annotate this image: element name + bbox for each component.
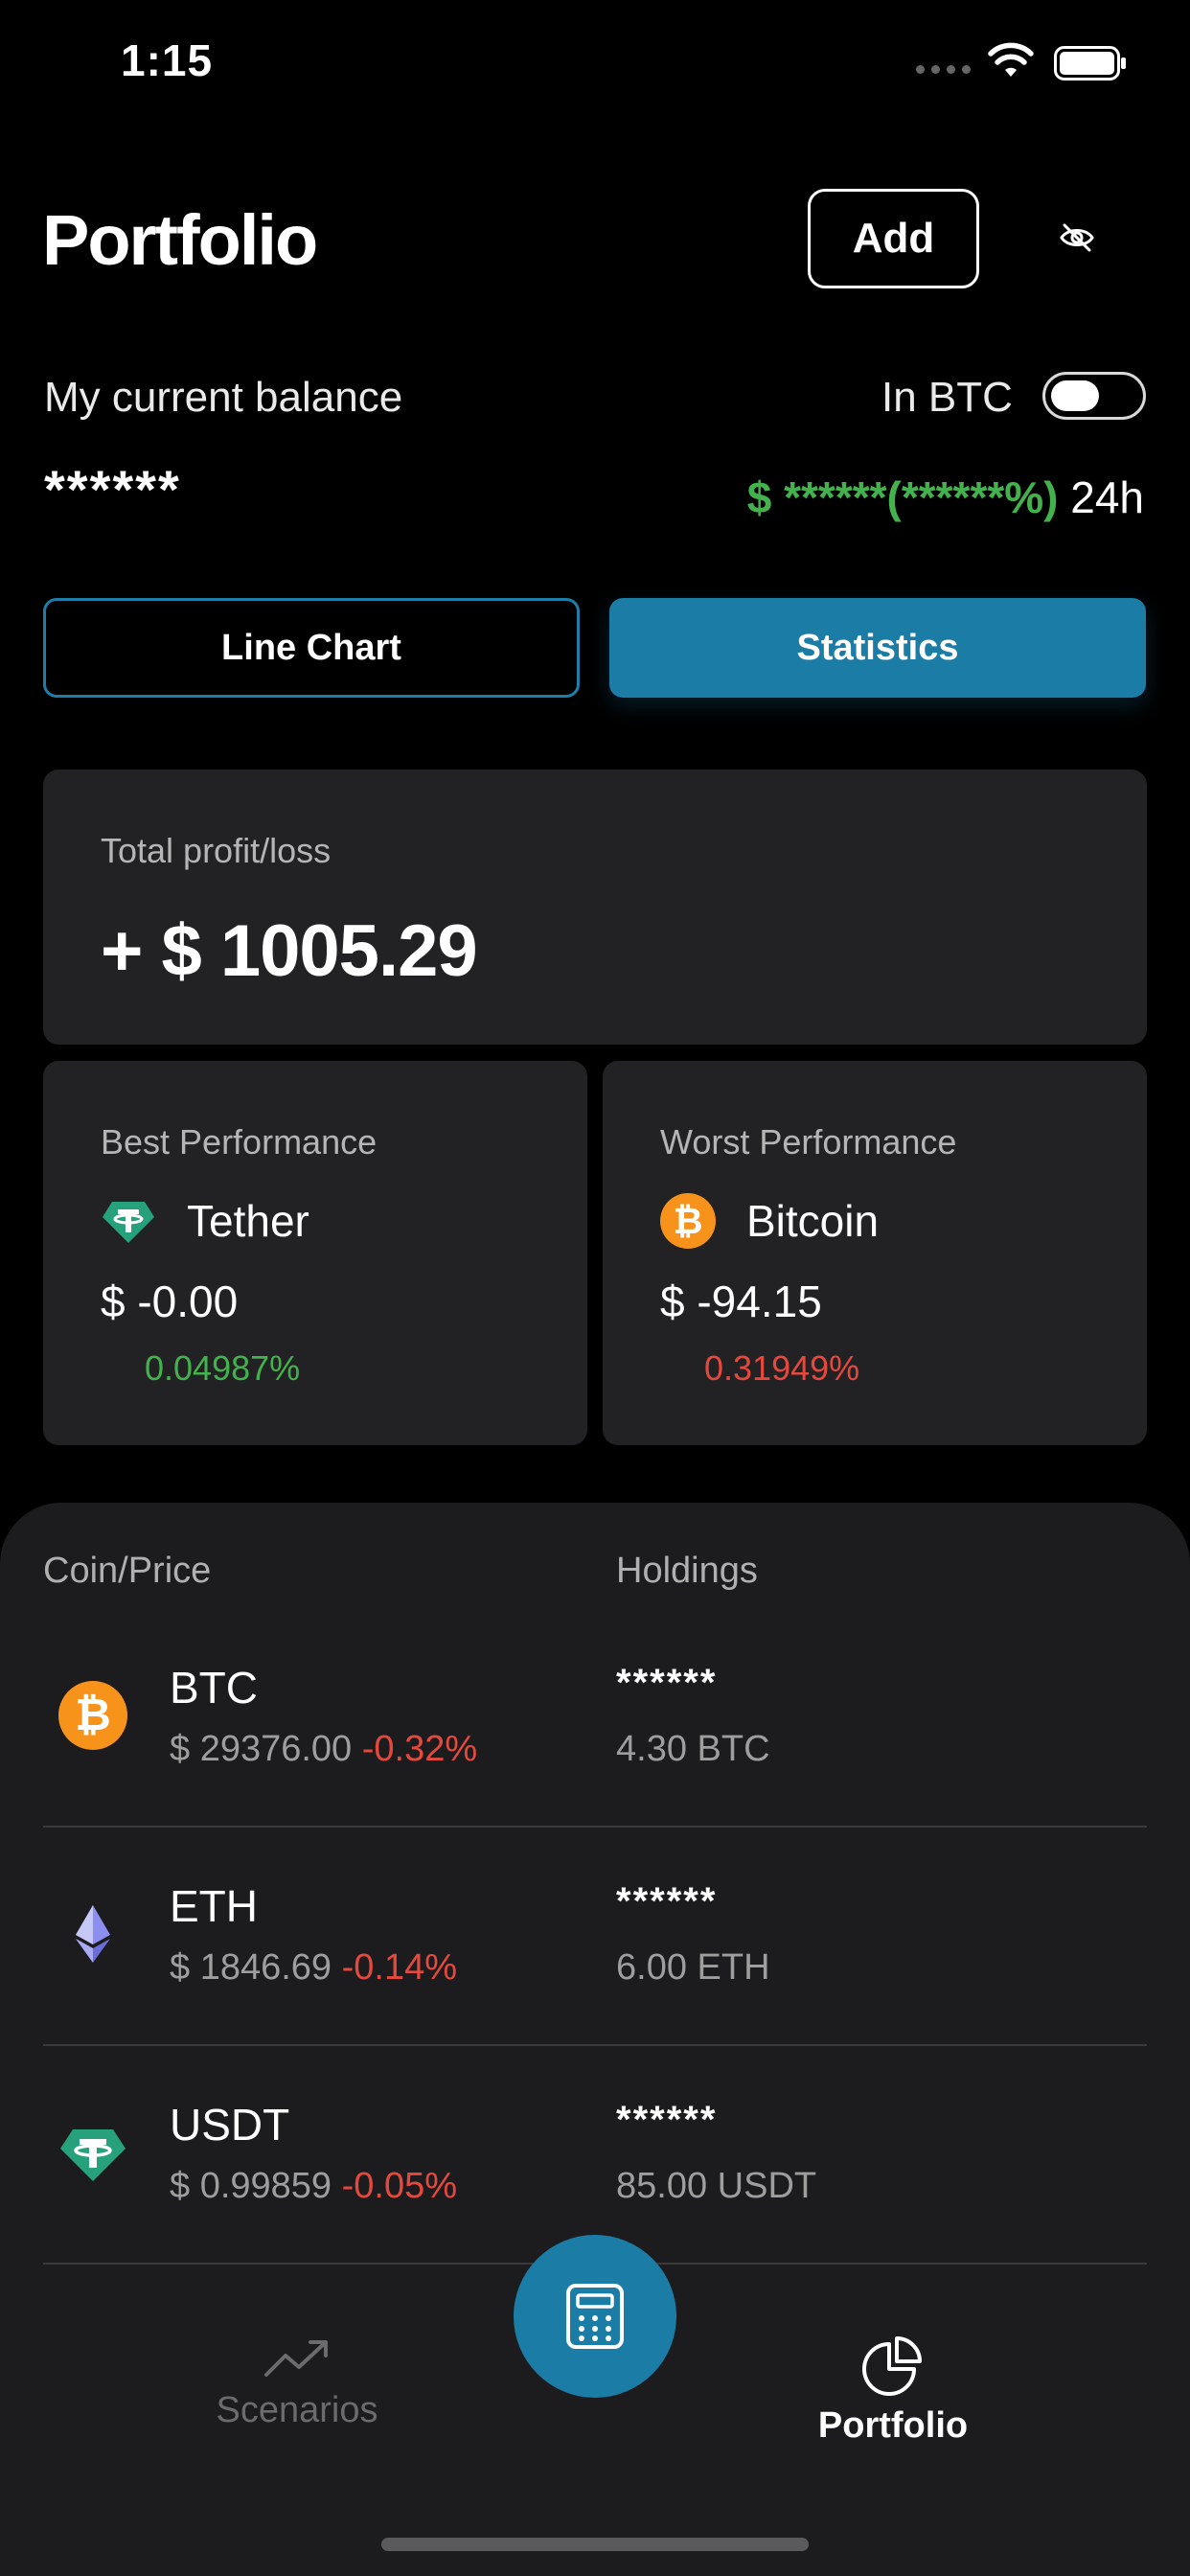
- ethereum-icon: [76, 1905, 110, 1963]
- best-value: $ -0.00: [101, 1276, 239, 1326]
- home-indicator: [381, 2538, 809, 2551]
- calculator-button[interactable]: [514, 2235, 676, 2398]
- worst-percent: 0.31949%: [704, 1348, 860, 1388]
- coin-symbol: ETH: [170, 1881, 258, 1931]
- calculator-icon: [566, 2284, 624, 2349]
- best-performance-card[interactable]: Best Performance Tether $ -0.00 0.04987%: [43, 1061, 587, 1445]
- balance-label: My current balance: [44, 374, 403, 421]
- row-divider: [43, 1826, 1147, 1828]
- statistics-tab[interactable]: Statistics: [609, 598, 1146, 698]
- total-profit-loss-card: Total profit/loss + $ 1005.29: [43, 770, 1147, 1045]
- status-time: 1:15: [121, 35, 214, 85]
- wifi-icon: [988, 42, 1034, 77]
- nav-portfolio[interactable]: Portfolio: [768, 2334, 1018, 2447]
- price-value: $ 29376.00: [170, 1729, 353, 1769]
- price-value: $ 1846.69: [170, 1947, 332, 1988]
- coin-symbol: BTC: [170, 1663, 258, 1713]
- cellular-signal-icon: [916, 65, 971, 74]
- worst-coin-name: Bitcoin: [746, 1196, 880, 1246]
- price-change: -0.05%: [341, 2166, 458, 2206]
- pie-chart-icon: [862, 2336, 922, 2396]
- price-value: $ 0.99859: [170, 2166, 332, 2206]
- line-chart-tab[interactable]: Line Chart: [43, 598, 580, 698]
- toggle-knob: [1051, 380, 1099, 411]
- price-change: -0.14%: [341, 1947, 458, 1988]
- nav-scenarios-label: Scenarios: [216, 2390, 378, 2430]
- holding-amount: ******: [616, 2099, 718, 2141]
- bitcoin-icon: ₿: [58, 1681, 127, 1750]
- holding-quantity: 4.30 BTC: [616, 1729, 770, 1769]
- add-button[interactable]: Add: [808, 189, 979, 288]
- holding-quantity: 6.00 ETH: [616, 1947, 770, 1988]
- worst-value: $ -94.15: [660, 1276, 822, 1326]
- worst-performance-card[interactable]: Worst Performance ₿ Bitcoin $ -94.15 0.3…: [603, 1061, 1147, 1445]
- best-percent: 0.04987%: [145, 1348, 301, 1388]
- bitcoin-icon: ₿: [660, 1193, 716, 1249]
- tether-icon: [103, 1202, 154, 1243]
- page-title: Portfolio: [42, 200, 318, 280]
- total-label: Total profit/loss: [101, 831, 332, 870]
- worst-label: Worst Performance: [660, 1122, 957, 1162]
- nav-portfolio-label: Portfolio: [817, 2405, 969, 2446]
- eye-off-icon[interactable]: [1058, 218, 1096, 257]
- change-amount: $ ******(******%): [746, 472, 1059, 522]
- in-btc-label: In BTC: [881, 374, 1013, 421]
- battery-icon: [1054, 46, 1126, 80]
- balance-change: $ ******(******%) 24h: [747, 472, 1144, 523]
- worst-coin: ₿ Bitcoin: [660, 1193, 879, 1249]
- tether-icon: [60, 2129, 126, 2181]
- total-value: + $ 1005.29: [101, 910, 478, 992]
- best-coin: Tether: [101, 1193, 309, 1249]
- coin-price: $ 1846.69 -0.14%: [170, 1947, 457, 1989]
- holdings-header: Holdings: [616, 1551, 758, 1591]
- coin-price: $ 0.99859 -0.05%: [170, 2166, 457, 2207]
- coin-price-header: Coin/Price: [43, 1551, 212, 1591]
- status-bar: 1:15: [0, 0, 1190, 134]
- svg-text:₿: ₿: [674, 1202, 703, 1242]
- holding-amount: ******: [616, 1662, 718, 1704]
- trending-up-icon: [264, 2340, 328, 2377]
- holding-row-usdt[interactable]: USDT $ 0.99859 -0.05% ****** 85.00 USDT: [43, 2047, 1147, 2266]
- nav-scenarios[interactable]: Scenarios: [172, 2334, 422, 2431]
- holding-amount: ******: [616, 1880, 718, 1922]
- row-divider: [43, 2044, 1147, 2046]
- svg-text:₿: ₿: [75, 1690, 111, 1739]
- best-coin-name: Tether: [187, 1196, 309, 1246]
- balance-value: ******: [44, 459, 181, 519]
- coin-price: $ 29376.00 -0.32%: [170, 1729, 477, 1770]
- price-change: -0.32%: [361, 1729, 478, 1769]
- change-period: 24h: [1070, 472, 1144, 522]
- in-btc-toggle[interactable]: [1042, 372, 1146, 420]
- holding-row-eth[interactable]: ETH $ 1846.69 -0.14% ****** 6.00 ETH: [43, 1828, 1147, 2047]
- best-label: Best Performance: [101, 1122, 378, 1162]
- holding-quantity: 85.00 USDT: [616, 2166, 817, 2206]
- coin-symbol: USDT: [170, 2100, 290, 2150]
- holding-row-btc[interactable]: ₿ BTC $ 29376.00 -0.32% ****** 4.30 BTC: [43, 1610, 1147, 1828]
